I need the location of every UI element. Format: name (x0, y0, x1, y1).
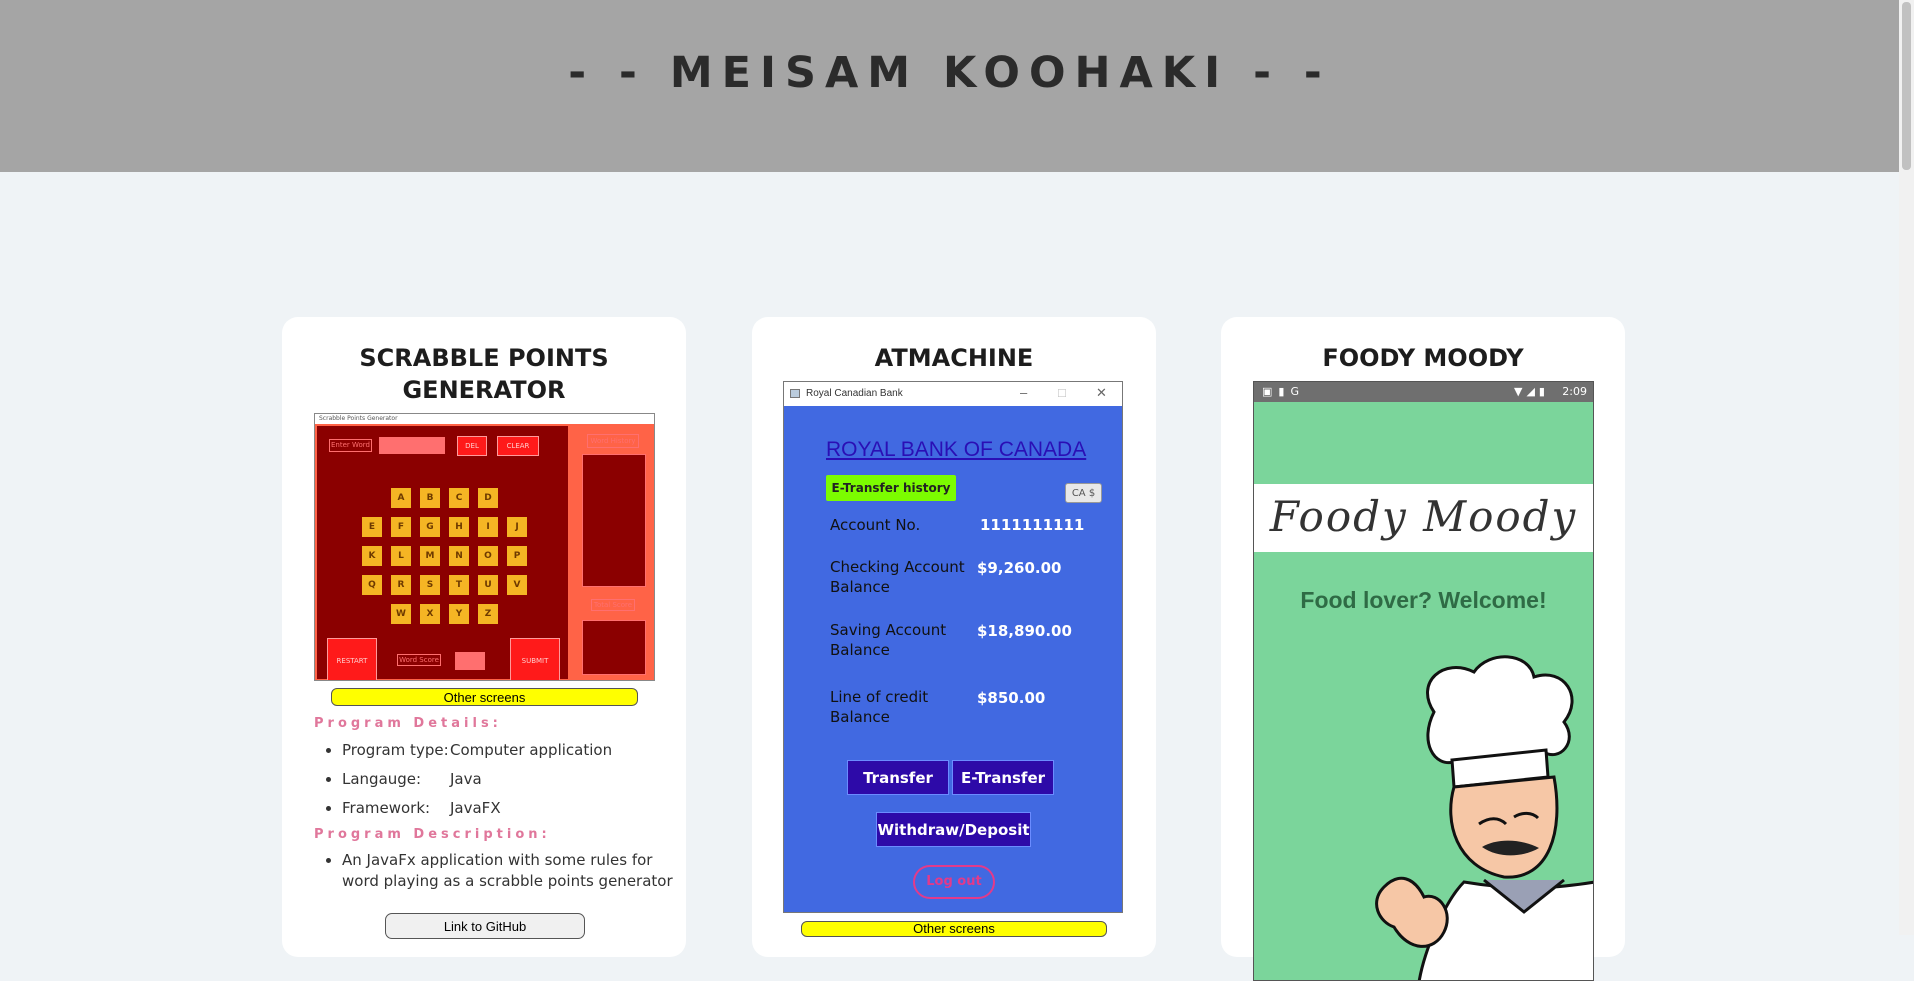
letter-tile: K (362, 546, 382, 566)
description-item: An JavaFx application with some rules fo… (342, 850, 682, 892)
credit-value: $850.00 (977, 689, 1046, 707)
site-title: - - MEISAM KOOHAKI - - (568, 48, 1331, 98)
total-score-label: Total Score (591, 599, 635, 611)
currency-select: CA $ (1065, 483, 1102, 503)
bank-name: ROYAL BANK OF CANADA (826, 438, 1087, 461)
scrabble-board: Enter Word DEL CLEAR ABCDEFGHIJKLMNOPQRS… (317, 426, 568, 680)
clear-button: CLEAR (497, 436, 539, 456)
scrollbar-thumb[interactable] (1902, 2, 1911, 170)
project-screenshot[interactable]: ▣▮G ▼◢▮ 2:09 Foody Moody Food lover? Wel… (1253, 381, 1594, 981)
app-icon (790, 389, 800, 398)
detail-item: Program type:Computer application (342, 736, 702, 765)
withdraw-deposit-button: Withdraw/Deposit (876, 812, 1031, 847)
program-description-label: Program Description: (314, 827, 551, 842)
saving-label: Saving Account Balance (830, 621, 947, 659)
word-score-label: Word Score (397, 654, 441, 666)
project-card-atm: ATMACHINE Royal Canadian Bank – □ ✕ ROYA… (752, 317, 1156, 957)
word-history-panel (582, 454, 646, 587)
close-icon: ✕ (1096, 385, 1107, 400)
account-no-label: Account No. (830, 516, 921, 534)
letter-tile: P (507, 546, 527, 566)
word-score-field (455, 652, 485, 670)
foody-logo: Foody Moody (1269, 492, 1578, 541)
letter-tile: T (449, 575, 469, 595)
logout-button: Log out (913, 865, 995, 899)
signal-battery-icons: ▼◢▮ (1514, 385, 1549, 398)
del-button: DEL (457, 436, 487, 456)
letter-tile: I (478, 517, 498, 537)
program-details-label: Program Details: (314, 716, 502, 731)
letter-tile: S (420, 575, 440, 595)
screenshot-window-title: Royal Canadian Bank (806, 388, 903, 399)
status-time: 2:09 (1562, 385, 1587, 398)
total-score-panel (582, 620, 646, 675)
letter-tile: C (449, 488, 469, 508)
etransfer-history-button: E-Transfer history (826, 475, 956, 501)
project-screenshot[interactable]: Scrabble Points Generator Enter Word DEL… (314, 413, 655, 681)
github-link-button[interactable]: Link to GitHub (385, 913, 585, 939)
credit-label: Line of credit Balance (830, 688, 929, 726)
screenshot-titlebar: Royal Canadian Bank – □ ✕ (784, 382, 1122, 406)
letter-tile: M (420, 546, 440, 566)
etransfer-button: E-Transfer (952, 760, 1054, 795)
letter-tile: D (478, 488, 498, 508)
project-title: ATMACHINE (874, 344, 1034, 372)
letter-tile: W (391, 604, 411, 624)
letter-tile: H (449, 517, 469, 537)
detail-item: Langauge:Java (342, 765, 702, 794)
checking-label: Checking Account Balance (830, 558, 965, 596)
letter-tile: B (420, 488, 440, 508)
program-description-list: An JavaFx application with some rules fo… (314, 850, 682, 892)
account-no-value: 1111111111 (980, 516, 1085, 534)
letter-tile: O (478, 546, 498, 566)
screenshot-window-title: Scrabble Points Generator (315, 414, 654, 424)
enter-word-label: Enter Word (329, 439, 372, 452)
saving-value: $18,890.00 (977, 622, 1072, 640)
program-details-list: Program type:Computer application Langau… (314, 736, 702, 823)
chef-illustration (1375, 655, 1593, 980)
letter-tile: V (507, 575, 527, 595)
notification-icons: ▣▮G (1262, 385, 1305, 398)
project-title: FOODY MOODY (1322, 344, 1524, 372)
maximize-icon: □ (1058, 385, 1066, 400)
foody-logo-banner: Foody Moody (1254, 484, 1593, 552)
letter-tile: J (507, 517, 527, 537)
project-card-scrabble: SCRABBLE POINTS GENERATOR Scrabble Point… (282, 317, 686, 957)
letter-tile: G (420, 517, 440, 537)
transfer-button: Transfer (847, 760, 949, 795)
letter-tile: L (391, 546, 411, 566)
submit-button: SUBMIT (510, 638, 560, 680)
letter-tile: E (362, 517, 382, 537)
restart-button: RESTART (327, 638, 377, 680)
welcome-text: Food lover? Welcome! (1300, 587, 1547, 613)
letter-tile: X (420, 604, 440, 624)
site-header: - - MEISAM KOOHAKI - - (0, 0, 1899, 172)
letter-tile: F (391, 517, 411, 537)
project-title: SCRABBLE POINTS GENERATOR (359, 344, 609, 404)
letter-tile: Q (362, 575, 382, 595)
letter-tile: Y (449, 604, 469, 624)
letter-tile: N (449, 546, 469, 566)
word-input (379, 437, 445, 454)
other-screens-button[interactable]: Other screens (331, 688, 638, 706)
project-screenshot[interactable]: Royal Canadian Bank – □ ✕ ROYAL BANK OF … (783, 381, 1123, 913)
phone-status-bar: ▣▮G ▼◢▮ 2:09 (1254, 382, 1593, 402)
letter-tile: Z (478, 604, 498, 624)
letter-tile: R (391, 575, 411, 595)
letter-tile: A (391, 488, 411, 508)
minimize-icon: – (1020, 385, 1028, 400)
word-history-label: Word History (587, 434, 639, 448)
scrollbar[interactable] (1899, 0, 1914, 935)
letter-tile: U (478, 575, 498, 595)
project-card-foody: FOODY MOODY ▣▮G ▼◢▮ 2:09 Foody Moody Foo… (1221, 317, 1625, 981)
detail-item: Framework:JavaFX (342, 794, 702, 823)
checking-value: $9,260.00 (977, 559, 1062, 577)
